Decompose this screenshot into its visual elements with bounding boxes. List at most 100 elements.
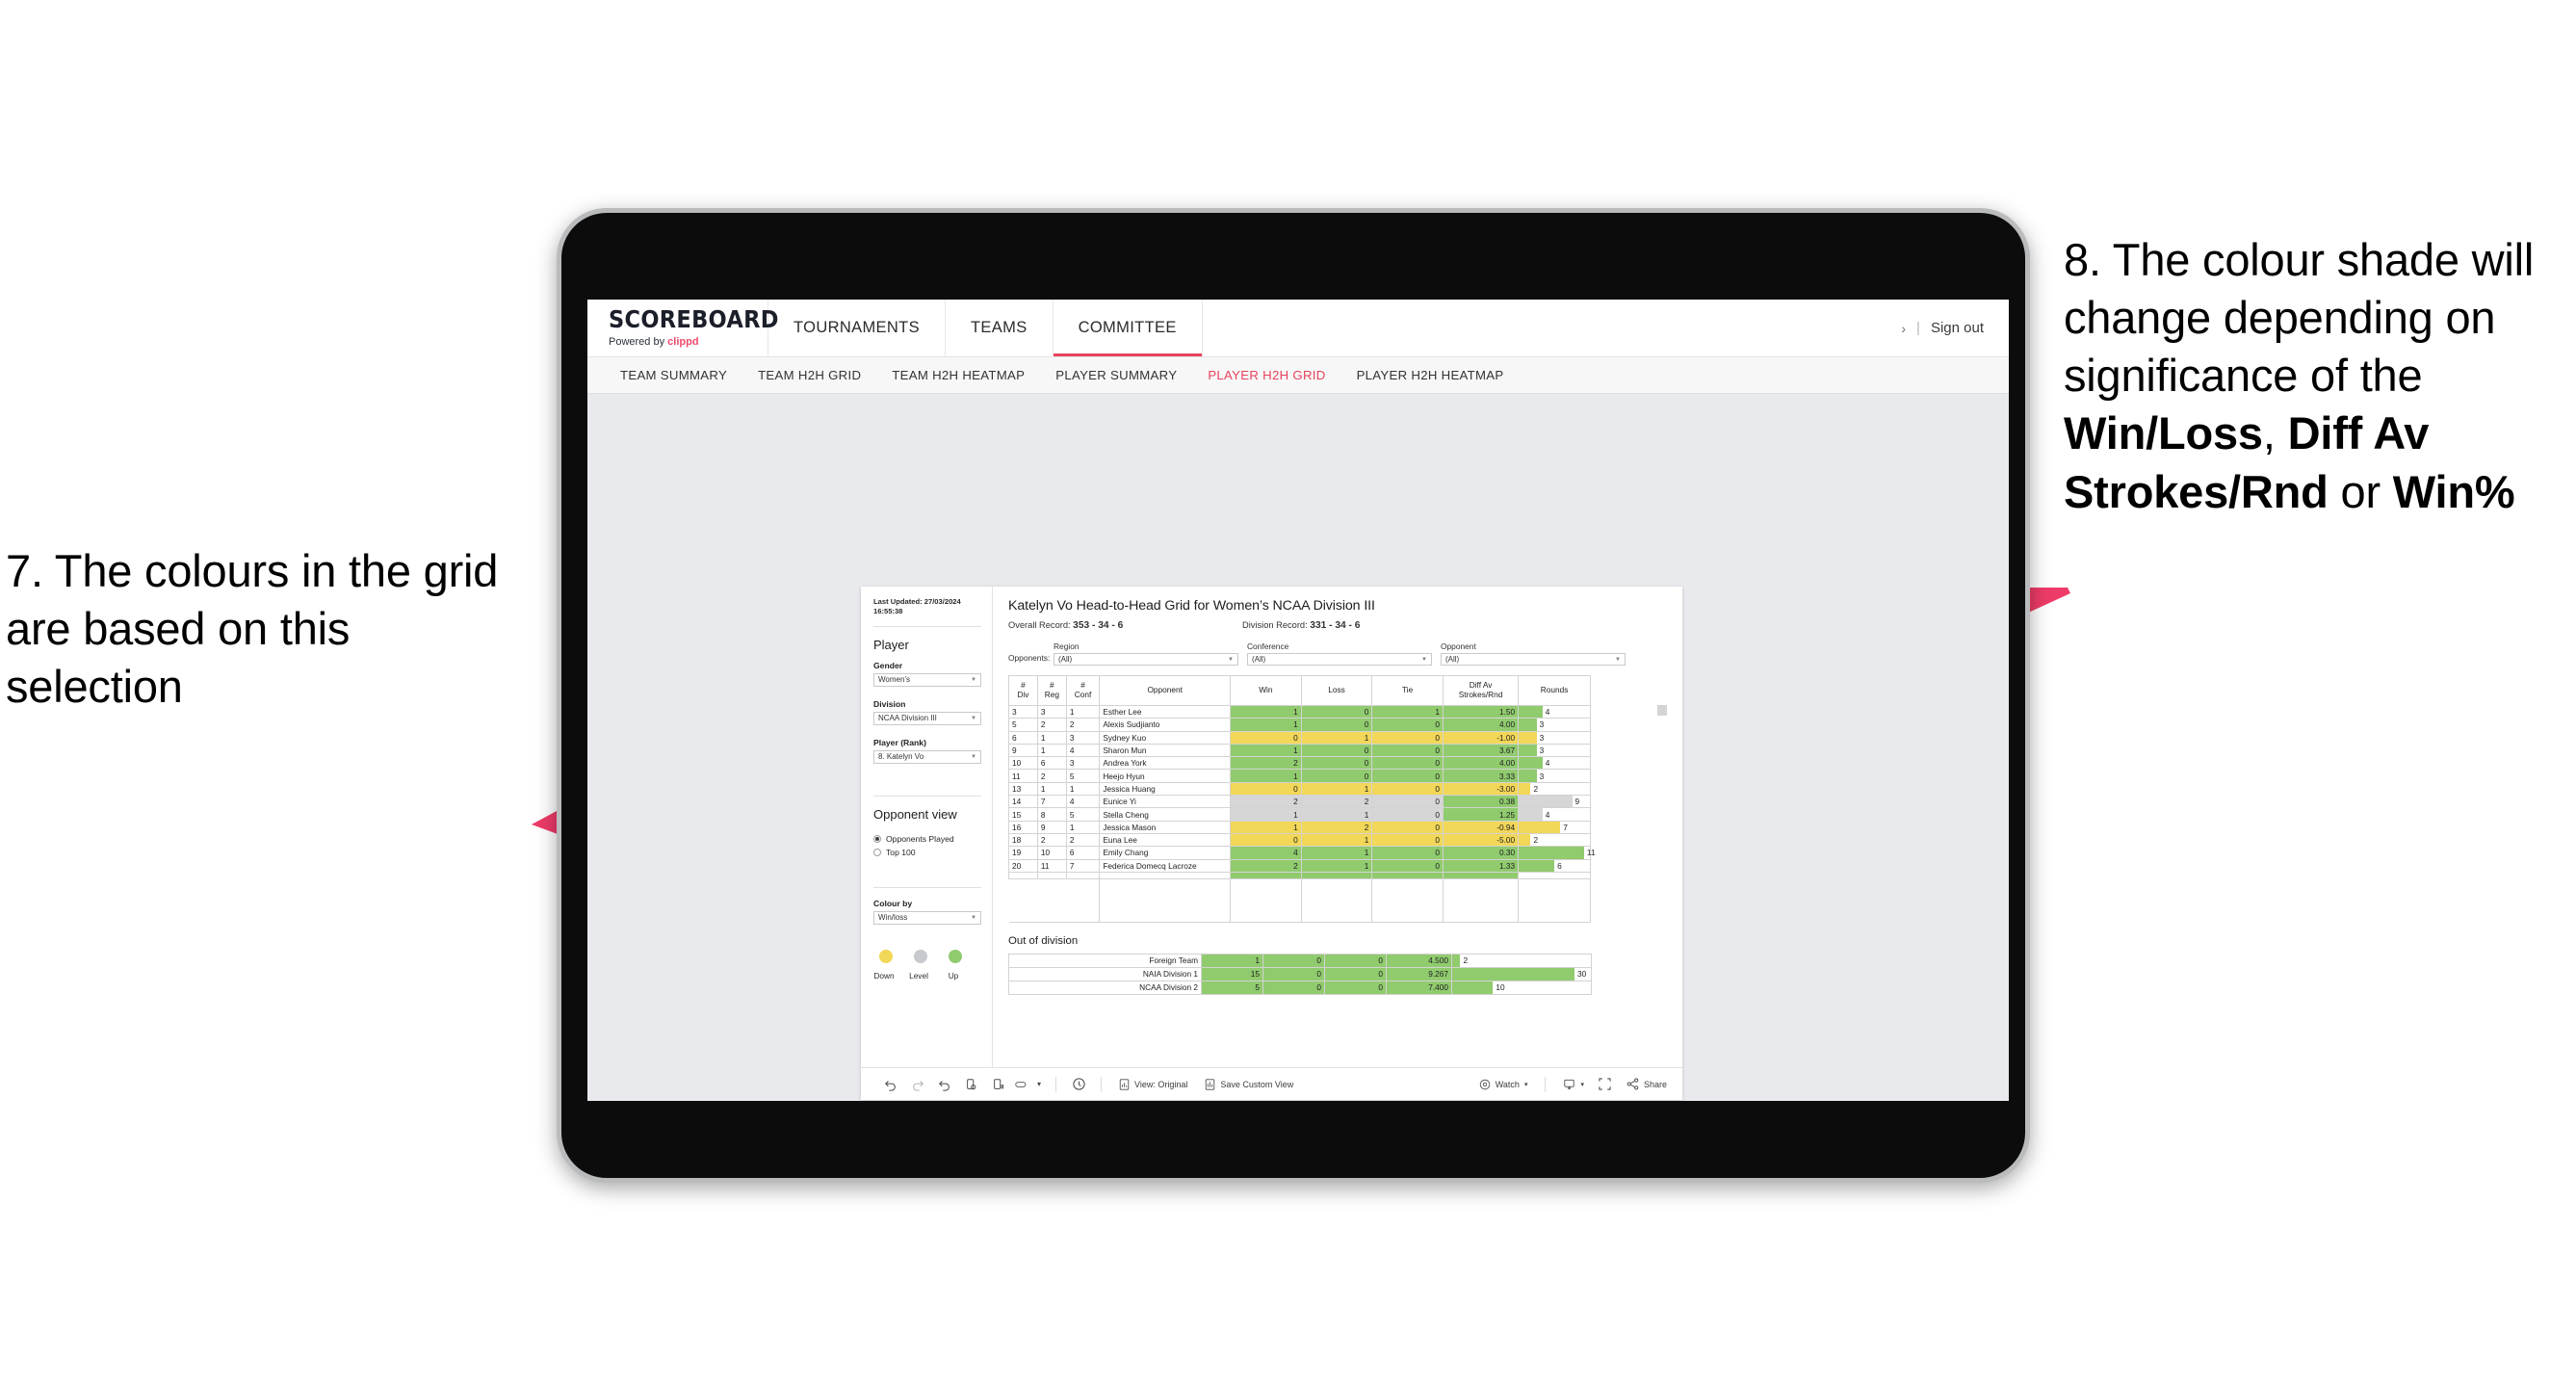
undo-icon[interactable] xyxy=(877,1078,904,1091)
share-button[interactable]: Share xyxy=(1618,1078,1682,1090)
h2h-grid-table[interactable]: # Div # Reg # Conf Opponent Win Loss Tie Diff Av St… xyxy=(1008,675,1595,923)
cell-opponent: Esther Lee xyxy=(1099,704,1232,719)
chevron-down-icon[interactable]: ▾ xyxy=(1031,1080,1047,1088)
table-row[interactable]: 19 10 6 Emily Chang 4 1 0 0.30 11 xyxy=(1008,846,1595,860)
redo-icon[interactable] xyxy=(904,1078,931,1091)
out-of-division-wrapper: Foreign Team 1 0 0 4.500 2 NAIA Division 1 15 0 0… xyxy=(1008,953,1667,995)
table-row[interactable]: 18 2 2 Euna Lee 0 1 0 -5.00 2 xyxy=(1008,832,1591,848)
cell-loss: 1 xyxy=(1300,781,1373,797)
download-button[interactable]: ▾ xyxy=(1554,1079,1593,1090)
cell-opponent: Heejo Hyun xyxy=(1099,769,1232,783)
save-custom-view-label: Save Custom View xyxy=(1220,1079,1294,1089)
cell-diff: 1.33 xyxy=(1442,858,1520,873)
cell-rounds: 3 xyxy=(1518,718,1591,732)
rounds-value: 3 xyxy=(1539,719,1545,730)
cell-win: 1 xyxy=(1230,743,1302,758)
table-row[interactable]: 5 2 2 Alexis Sudjianto 1 0 0 4.00 3 xyxy=(1008,718,1591,732)
tablet-screen: SCOREBOARD Powered by clippd TOURNAMENTS… xyxy=(587,300,2009,1101)
subnav-item-team-summary[interactable]: TEAM SUMMARY xyxy=(605,368,742,382)
nav-item-teams[interactable]: TEAMS xyxy=(946,300,1054,356)
h2h-col-header-4[interactable]: Win xyxy=(1230,675,1302,706)
refresh-data-icon[interactable] xyxy=(958,1078,985,1091)
region-filter-select[interactable]: (All) ▼ xyxy=(1054,653,1238,666)
table-row[interactable]: Foreign Team 1 0 0 4.500 2 xyxy=(1008,953,1592,968)
table-row-partial xyxy=(1008,871,1591,879)
h2h-col-header-6[interactable]: Tie xyxy=(1371,675,1444,706)
divider: | xyxy=(1916,320,1920,336)
h2h-col-header-8[interactable]: Rounds xyxy=(1518,675,1591,706)
h2h-col-header-5[interactable]: Loss xyxy=(1300,675,1373,706)
fullscreen-icon[interactable] xyxy=(1593,1078,1618,1090)
subnav-item-team-h2h-heatmap[interactable]: TEAM H2H HEATMAP xyxy=(876,368,1040,382)
subnav-item-player-h2h-heatmap[interactable]: PLAYER H2H HEATMAP xyxy=(1341,368,1520,382)
rounds-bar xyxy=(1519,796,1573,808)
division-select[interactable]: NCAA Division III ▼ xyxy=(873,711,981,725)
opponent-filter: Opponent (All) ▼ xyxy=(1441,641,1626,666)
nav-item-tournaments[interactable]: TOURNAMENTS xyxy=(768,300,946,356)
h2h-col-header-7[interactable]: Diff Av Strokes/Rnd xyxy=(1442,675,1520,706)
h2h-col-header-3[interactable]: Opponent xyxy=(1099,675,1232,706)
cell-diff: 3.67 xyxy=(1442,743,1520,758)
chevron-down-icon: ▼ xyxy=(971,914,976,921)
rounds-bar xyxy=(1519,757,1543,770)
division-select-value: NCAA Division III xyxy=(878,714,937,722)
brand-logo[interactable]: SCOREBOARD Powered by clippd xyxy=(587,300,778,356)
cell-conf: 1 xyxy=(1065,820,1101,834)
table-row[interactable]: 16 9 1 Jessica Mason 1 2 0 -0.94 7 xyxy=(1008,820,1591,834)
table-row[interactable]: 10 6 3 Andrea York 2 0 0 4.00 4 xyxy=(1008,756,1591,771)
pause-updates-icon[interactable] xyxy=(985,1078,1012,1091)
subnav-item-player-h2h-grid[interactable]: PLAYER H2H GRID xyxy=(1192,368,1340,382)
nav-item-committee[interactable]: COMMITTEE xyxy=(1053,300,1203,356)
table-row[interactable]: 3 3 1 Esther Lee 1 0 1 1.50 4 xyxy=(1008,704,1591,719)
chevron-right-icon[interactable]: › xyxy=(1901,321,1906,336)
horizontal-scrollbar[interactable] xyxy=(1657,705,1667,716)
revert-icon[interactable] xyxy=(931,1078,958,1091)
cell-empty xyxy=(1442,877,1520,923)
table-row[interactable]: 15 8 5 Stella Cheng 1 1 0 1.25 4 xyxy=(1008,807,1591,822)
subnav-item-player-summary[interactable]: PLAYER SUMMARY xyxy=(1040,368,1192,382)
table-row[interactable]: 13 1 1 Jessica Huang 0 1 0 -3.00 2 xyxy=(1008,781,1591,797)
table-row[interactable]: 11 2 5 Heejo Hyun 1 0 0 3.33 3 xyxy=(1008,769,1591,783)
gender-select[interactable]: Women’s ▼ xyxy=(873,672,981,687)
table-row[interactable]: 6 1 3 Sydney Kuo 0 1 0 -1.00 3 xyxy=(1008,730,1591,745)
cell-rounds: 6 xyxy=(1518,858,1591,873)
cell-diff: 0.30 xyxy=(1442,846,1520,860)
colour-by-select[interactable]: Win/loss ▼ xyxy=(873,910,981,925)
table-row[interactable]: 14 7 4 Eunice Yi 2 2 0 0.38 9 xyxy=(1008,795,1591,809)
h2h-col-header-1[interactable]: # Reg xyxy=(1036,675,1067,706)
highlight-icon[interactable] xyxy=(1012,1080,1031,1089)
radio-opponents-played[interactable]: Opponents Played xyxy=(873,834,981,844)
sign-out-button[interactable]: Sign out xyxy=(1931,320,1984,336)
table-row[interactable]: NAIA Division 1 15 0 0 9.267 30 xyxy=(1008,966,1592,981)
subnav-item-team-h2h-grid[interactable]: TEAM H2H GRID xyxy=(742,368,876,382)
division-label: Division xyxy=(873,698,906,709)
radio-top-100[interactable]: Top 100 xyxy=(873,848,981,857)
cell-tie: 0 xyxy=(1371,820,1444,834)
cell-win: 1 xyxy=(1230,807,1302,822)
cell-empty xyxy=(1008,877,1038,923)
view-original-button[interactable]: View: Original xyxy=(1110,1078,1196,1090)
cell-loss: 0 xyxy=(1262,966,1325,981)
save-custom-view-button[interactable]: Save Custom View xyxy=(1196,1078,1302,1090)
table-row[interactable]: 9 1 4 Sharon Mun 1 0 0 3.67 3 xyxy=(1008,743,1591,758)
rounds-value: 11 xyxy=(1586,848,1596,858)
divider xyxy=(873,795,981,797)
opponent-filter-select[interactable]: (All) ▼ xyxy=(1441,653,1626,666)
out-of-division-table[interactable]: Foreign Team 1 0 0 4.500 2 NAIA Division 1 15 0 0… xyxy=(1008,953,1592,995)
cell-conf: 4 xyxy=(1065,795,1101,809)
table-row[interactable]: NCAA Division 2 5 0 0 7.400 10 xyxy=(1008,980,1592,995)
chevron-down-icon: ▾ xyxy=(1523,1081,1528,1088)
cell-loss: 1 xyxy=(1300,730,1373,745)
alerts-icon[interactable] xyxy=(1065,1077,1092,1091)
h2h-col-header-0[interactable]: # Div xyxy=(1008,675,1038,706)
conference-filter-select[interactable]: (All) ▼ xyxy=(1247,653,1432,666)
player-rank-select[interactable]: 8. Katelyn Vo ▼ xyxy=(873,749,981,764)
table-row[interactable]: 20 11 7 Federica Domecq Lacroze 2 1 0 1.33 6 xyxy=(1008,858,1591,873)
watch-label: Watch xyxy=(1495,1079,1520,1089)
watch-button[interactable]: Watch ▾ xyxy=(1470,1079,1537,1090)
cell-loss: 0 xyxy=(1300,718,1373,732)
rounds-value: 2 xyxy=(1533,783,1539,794)
cell-opponent: Federica Domecq Lacroze xyxy=(1099,858,1232,873)
h2h-col-header-2[interactable]: # Conf xyxy=(1065,675,1101,706)
